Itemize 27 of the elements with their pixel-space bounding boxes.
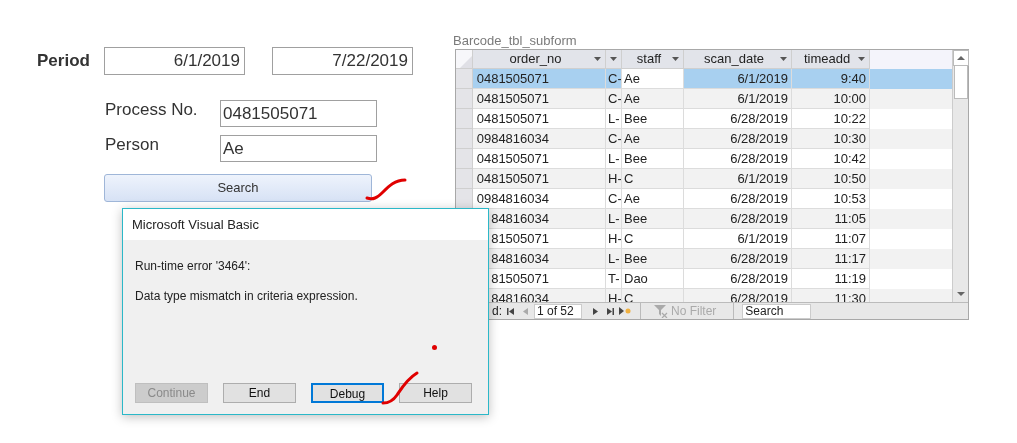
table-row[interactable]: 0481505071 C- Ae 6/1/2019 10:00 <box>456 89 952 109</box>
text-field[interactable]: Ae <box>220 135 377 162</box>
column-header[interactable]: staff <box>622 50 684 69</box>
table-row[interactable]: 0481505071 H- C 6/1/2019 10:50 <box>456 169 952 189</box>
error-code-text: Run-time error '3464': <box>134 258 252 275</box>
search-field[interactable]: Search <box>742 303 812 319</box>
column-header[interactable]: order_no <box>473 50 606 69</box>
period-label: Period <box>37 50 91 73</box>
search-button[interactable]: Search <box>104 174 372 202</box>
date-from-field[interactable]: 6/1/2019 <box>104 47 245 75</box>
text-field[interactable]: 0481505071 <box>220 100 377 127</box>
error-message: Data type mismatch in criteria expression. <box>134 288 359 305</box>
dialog-button[interactable]: Help <box>399 383 472 403</box>
field-label: Process No. <box>105 100 199 120</box>
column-header[interactable]: timeadd <box>792 50 870 69</box>
date-to-field[interactable]: 7/22/2019 <box>272 47 413 75</box>
record-label: d: <box>492 303 502 320</box>
column-header[interactable]: scan_date <box>684 50 792 69</box>
subform-caption: Barcode_tbl_subform <box>453 33 578 49</box>
table-row[interactable]: 0481505071 C- Ae 6/1/2019 9:40 <box>456 69 952 89</box>
table-row[interactable]: 0984816034 C- Ae 6/28/2019 10:30 <box>456 129 952 149</box>
dialog-button[interactable]: End <box>223 383 296 403</box>
dialog-button[interactable]: Debug <box>311 383 384 403</box>
table-cell: Ae <box>622 69 684 89</box>
dialog-title: Microsoft Visual Basic <box>123 209 488 240</box>
record-number-field[interactable]: 1 of 52 <box>534 303 582 319</box>
field-label: Person <box>105 135 160 155</box>
